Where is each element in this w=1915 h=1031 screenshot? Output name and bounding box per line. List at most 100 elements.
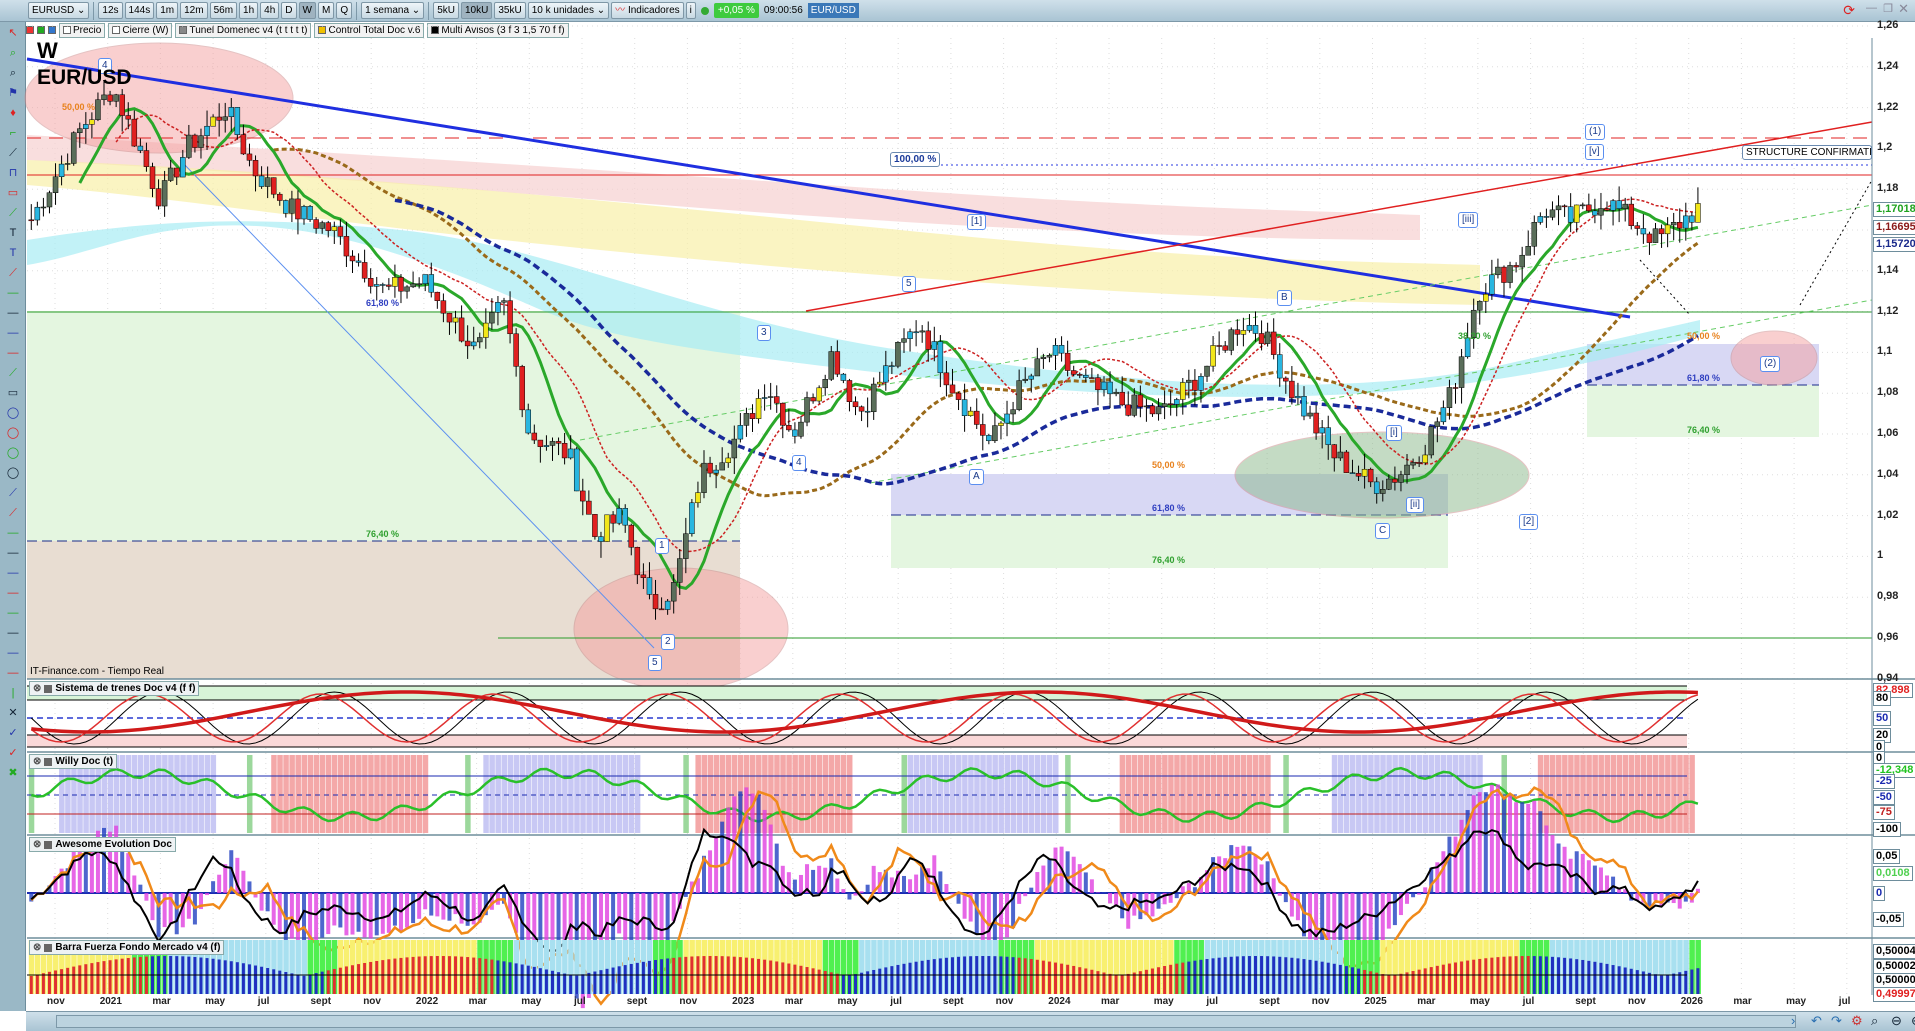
redo-icon[interactable]: ↷ <box>1831 1013 1842 1029</box>
strength-bar <box>769 960 773 994</box>
time-tick: mar <box>468 996 487 1007</box>
signal-stripe <box>301 755 308 833</box>
signal-stripe <box>1168 755 1174 833</box>
candle <box>973 410 980 425</box>
wave-label: (1) <box>1585 124 1606 140</box>
signal-stripe <box>507 755 514 833</box>
candle <box>1149 405 1156 415</box>
signal-stripe <box>1683 755 1689 833</box>
strength-bar <box>1472 959 1476 994</box>
candle <box>943 372 950 386</box>
signal-stripe <box>1689 755 1695 833</box>
candle <box>955 392 962 400</box>
price-tick: 0,96 <box>1877 631 1899 643</box>
wave-label: 1 <box>655 538 669 554</box>
signal-stripe <box>186 755 192 833</box>
histogram-bar <box>217 874 222 893</box>
histogram-bar <box>726 807 731 893</box>
close-panel-icon[interactable]: ⊗ <box>33 682 41 695</box>
histogram-bar <box>1174 893 1179 899</box>
candle <box>349 255 356 262</box>
time-tick: mar <box>152 996 171 1007</box>
histogram-bar <box>974 893 979 935</box>
strength-bar <box>641 961 645 994</box>
zoom-fit-icon[interactable]: ⌕ <box>1871 1013 1878 1029</box>
histogram-bar <box>817 865 822 893</box>
signal-stripe <box>701 755 708 833</box>
close-panel-icon[interactable]: ⊗ <box>33 838 41 851</box>
candle <box>683 533 689 559</box>
strength-bar <box>1660 975 1664 994</box>
histogram-bar <box>1556 843 1561 893</box>
histogram-bar <box>1374 893 1379 949</box>
histogram-bar <box>859 891 864 893</box>
strength-bar <box>1157 967 1161 994</box>
zoom-out-icon[interactable]: ⊖ <box>1891 1013 1902 1029</box>
strength-bar <box>35 974 39 994</box>
strength-bar <box>217 959 221 994</box>
signal-stripe <box>180 755 186 833</box>
signal-stripe <box>1428 755 1435 833</box>
histogram-bar <box>792 879 797 893</box>
strength-bar <box>254 965 258 994</box>
wave-label: (2) <box>1760 356 1781 372</box>
strength-bar <box>635 962 639 994</box>
strength-bar <box>1066 964 1070 994</box>
candle <box>937 341 944 374</box>
close-panel-icon[interactable]: ⊗ <box>33 755 41 768</box>
chart-settings-icon[interactable]: ⚙ <box>1851 1013 1863 1029</box>
histogram-bar <box>605 893 610 945</box>
strength-bar <box>1666 974 1670 994</box>
strength-bar <box>1211 958 1215 994</box>
histogram-bar <box>1574 851 1579 893</box>
histogram-bar <box>247 881 252 893</box>
signal-stripe <box>1174 755 1180 833</box>
signal-stripe <box>1574 755 1580 833</box>
zoom-in-icon[interactable]: ⊕ <box>1911 1013 1915 1029</box>
candle <box>1125 404 1131 416</box>
histogram-bar <box>768 824 773 893</box>
candle <box>961 399 968 416</box>
candle <box>1586 204 1592 212</box>
candle <box>731 438 738 459</box>
strength-bar <box>1169 964 1173 994</box>
strength-bar <box>757 958 761 994</box>
undo-icon[interactable]: ↶ <box>1811 1013 1822 1029</box>
horizontal-scrollbar[interactable] <box>56 1015 1796 1028</box>
candle <box>1549 209 1556 218</box>
strength-bar <box>738 957 742 994</box>
wave-label: 3 <box>757 325 771 341</box>
panel-color-icon <box>44 943 53 952</box>
signal-stripe <box>798 755 804 833</box>
signal-stripe <box>1028 755 1035 833</box>
strength-bar <box>102 961 106 994</box>
signal-stripe <box>125 755 132 833</box>
candle <box>1670 222 1677 226</box>
candle <box>1113 391 1119 395</box>
price-chart[interactable] <box>0 0 1915 1031</box>
candle <box>792 429 798 437</box>
candle <box>483 322 489 338</box>
scroll-right-icon[interactable]: › <box>1791 1013 1795 1028</box>
candle <box>319 222 325 229</box>
signal-stripe <box>786 755 792 833</box>
signal-stripe <box>962 755 968 833</box>
strength-bar <box>1035 959 1039 994</box>
signal-stripe <box>974 755 980 833</box>
candle <box>1295 396 1301 399</box>
candle <box>1240 330 1247 335</box>
histogram-bar <box>1592 865 1597 893</box>
histogram-bar <box>1150 893 1155 917</box>
candle <box>1573 204 1580 223</box>
strength-bar <box>1593 961 1597 994</box>
close-panel-icon[interactable]: ⊗ <box>33 941 41 954</box>
candle <box>798 421 804 437</box>
histogram-bar <box>623 893 628 942</box>
strength-bar <box>1290 957 1294 994</box>
strength-bar <box>950 957 954 994</box>
candle <box>1483 293 1489 302</box>
candle <box>277 193 283 201</box>
histogram-bar <box>901 875 906 893</box>
signal-stripe <box>834 755 841 833</box>
signal-stripe <box>1368 755 1374 833</box>
